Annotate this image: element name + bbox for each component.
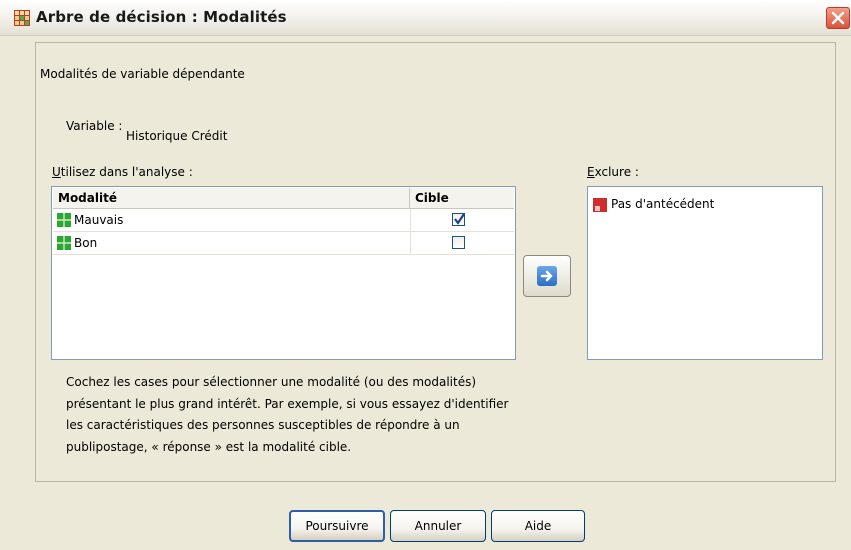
continue-button[interactable]: Poursuivre [289, 510, 385, 542]
group-legend: Modalités de variable dépendante [38, 67, 247, 81]
exclude-label: Exclure : [587, 165, 639, 179]
exclude-list[interactable]: Pas d'antécédent [587, 186, 823, 360]
column-header-category[interactable]: Modalité [53, 188, 410, 208]
dialog-window: Arbre de décision : Modalités Modalités … [0, 0, 851, 550]
grid-header: Modalité Cible [53, 188, 514, 209]
use-in-analysis-label: Utilisez dans l'analyse : [52, 165, 193, 179]
use-in-analysis-grid[interactable]: Modalité Cible Mauvais Bon [51, 186, 516, 360]
close-icon [831, 11, 845, 25]
cancel-button[interactable]: Annuler [390, 510, 486, 542]
window-title: Arbre de décision : Modalités [36, 8, 287, 26]
category-icon [57, 213, 71, 227]
excluded-category-name: Pas d'antécédent [611, 197, 715, 211]
variable-value: Historique Crédit [126, 129, 228, 143]
decision-tree-app-icon [14, 10, 30, 26]
column-header-target[interactable]: Cible [410, 188, 514, 208]
category-name: Mauvais [74, 213, 124, 227]
table-row[interactable]: Bon [53, 232, 514, 255]
arrow-right-icon [540, 270, 553, 282]
info-text: Cochez les cases pour sélectionner une m… [66, 375, 509, 454]
excluded-category-icon [593, 198, 607, 212]
variable-label: Variable : [66, 119, 123, 133]
table-row[interactable]: Mauvais [53, 209, 514, 232]
category-icon [57, 236, 71, 250]
close-button[interactable] [826, 7, 850, 29]
help-button[interactable]: Aide [491, 510, 585, 542]
move-to-exclude-button[interactable] [523, 255, 571, 297]
target-checkbox-bon[interactable] [452, 236, 465, 249]
title-bar[interactable]: Arbre de décision : Modalités [0, 0, 851, 36]
target-checkbox-mauvais[interactable] [452, 213, 465, 226]
checkmark-icon [454, 214, 465, 225]
category-name: Bon [74, 236, 98, 250]
